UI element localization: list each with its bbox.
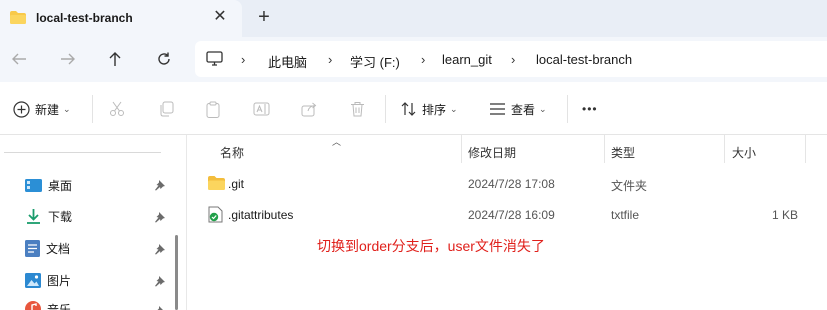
new-label: 新建 [35, 102, 60, 117]
folder-icon [208, 176, 225, 190]
breadcrumb-drive[interactable]: 学习 (F:) [350, 52, 400, 71]
chevron-right-icon: › [241, 52, 246, 67]
plus-circle-icon [13, 100, 30, 118]
rename-icon [253, 102, 270, 116]
sidebar-scrollbar[interactable] [175, 235, 178, 310]
file-list: ︿ 名称 修改日期 类型 大小 .git 2024/7/28 17:08 文件夹… [187, 135, 827, 310]
scissors-icon [110, 101, 124, 116]
monitor-icon [206, 51, 223, 66]
chevron-down-icon: ⌄ [63, 103, 71, 114]
column-header-type[interactable]: 类型 [611, 144, 635, 161]
column-divider[interactable] [604, 135, 605, 163]
breadcrumb-learn-git[interactable]: learn_git [442, 52, 492, 67]
sidebar-item-label: 下载 [48, 209, 73, 224]
sidebar-item-label: 图片 [47, 273, 72, 288]
column-divider[interactable] [724, 135, 725, 163]
column-header-name[interactable]: 名称 [220, 144, 244, 161]
tab-strip: local-test-branch ✕ + [0, 0, 827, 37]
tab-title: local-test-branch [36, 11, 133, 25]
picture-icon [25, 272, 41, 288]
cut-button[interactable] [109, 97, 125, 121]
sort-ascending-icon: ︿ [332, 137, 342, 147]
navigation-bar: › 此电脑 › 学习 (F:) › learn_git › local-test… [0, 37, 827, 82]
copy-icon [160, 101, 174, 117]
git-file-icon [208, 206, 223, 223]
chevron-right-icon: › [511, 52, 516, 67]
chevron-right-icon: › [328, 52, 333, 67]
divider [4, 152, 161, 153]
separator [385, 95, 386, 123]
annotation-text: 切换到order分支后，user文件消失了 [317, 238, 545, 254]
separator [92, 95, 93, 123]
navigation-pane: 桌面 下载 文档 图片 音乐 [0, 135, 187, 310]
document-icon [25, 239, 40, 257]
file-type: 文件夹 [611, 179, 648, 193]
pin-icon[interactable] [154, 305, 166, 310]
pin-icon[interactable] [154, 243, 166, 255]
separator [567, 95, 568, 123]
back-button[interactable] [8, 48, 30, 70]
file-type: txtfile [611, 208, 640, 222]
file-size: 1 KB [771, 208, 798, 222]
sidebar-item-documents[interactable]: 文档 [25, 237, 70, 259]
table-row[interactable]: .gitattributes 2024/7/28 16:09 txtfile 1… [187, 201, 827, 229]
sidebar-item-label: 桌面 [48, 178, 73, 193]
share-button[interactable] [301, 97, 318, 121]
file-name: .gitattributes [228, 208, 294, 222]
arrow-right-icon [61, 53, 75, 65]
breadcrumb-current[interactable]: local-test-branch [536, 52, 632, 67]
pin-icon[interactable] [154, 275, 166, 287]
view-button[interactable]: 查看 ⌄ [489, 97, 547, 121]
music-icon [25, 301, 41, 310]
file-modified: 2024/7/28 17:08 [468, 177, 555, 191]
sort-label: 排序 [422, 102, 447, 117]
sidebar-item-label: 文档 [46, 241, 71, 256]
column-divider[interactable] [461, 135, 462, 163]
delete-button[interactable] [350, 97, 365, 121]
file-modified: 2024/7/28 16:09 [468, 208, 555, 222]
paste-button[interactable] [205, 97, 221, 121]
arrow-up-icon [109, 52, 121, 66]
refresh-button[interactable] [153, 48, 175, 70]
pin-icon[interactable] [154, 211, 166, 223]
sort-icon [401, 102, 416, 116]
column-header-modified[interactable]: 修改日期 [468, 144, 516, 161]
sort-button[interactable]: 排序 ⌄ [401, 97, 458, 121]
view-label: 查看 [511, 102, 536, 117]
trash-icon [351, 102, 364, 117]
up-button[interactable] [104, 48, 126, 70]
column-divider[interactable] [805, 135, 806, 163]
sidebar-item-label: 音乐 [47, 302, 72, 310]
desktop-icon [25, 178, 42, 192]
new-tab-button[interactable]: + [254, 6, 274, 28]
rename-button[interactable] [253, 97, 270, 121]
chevron-down-icon: ⌄ [450, 103, 458, 114]
file-name: .git [228, 177, 245, 191]
more-button[interactable]: ••• [582, 97, 598, 121]
breadcrumb-this-pc[interactable]: 此电脑 [268, 52, 307, 71]
share-icon [301, 102, 317, 117]
sidebar-item-pictures[interactable]: 图片 [25, 269, 71, 291]
clipboard-icon [206, 101, 220, 118]
download-icon [27, 209, 40, 224]
table-row[interactable]: .git 2024/7/28 17:08 文件夹 [187, 170, 827, 198]
folder-icon [10, 11, 26, 24]
sidebar-item-desktop[interactable]: 桌面 [25, 174, 72, 196]
list-view-icon [490, 103, 505, 115]
column-header-size[interactable]: 大小 [732, 144, 756, 161]
chevron-right-icon: › [421, 52, 426, 67]
tab-local-test-branch[interactable]: local-test-branch ✕ [0, 0, 242, 37]
sidebar-item-music[interactable]: 音乐 [25, 298, 71, 310]
arrow-left-icon [12, 53, 26, 65]
new-button[interactable]: 新建 ⌄ [13, 97, 71, 121]
chevron-down-icon: ⌄ [539, 103, 547, 114]
pin-icon[interactable] [154, 179, 166, 191]
close-icon[interactable]: ✕ [211, 8, 229, 26]
copy-button[interactable] [158, 97, 174, 121]
sidebar-item-downloads[interactable]: 下载 [25, 205, 72, 227]
address-bar[interactable]: › 此电脑 › 学习 (F:) › learn_git › local-test… [195, 41, 827, 77]
forward-button[interactable] [57, 48, 79, 70]
refresh-icon [158, 52, 170, 65]
command-bar: 新建 ⌄ 排序 ⌄ 查看 ⌄ ••• [0, 82, 827, 135]
